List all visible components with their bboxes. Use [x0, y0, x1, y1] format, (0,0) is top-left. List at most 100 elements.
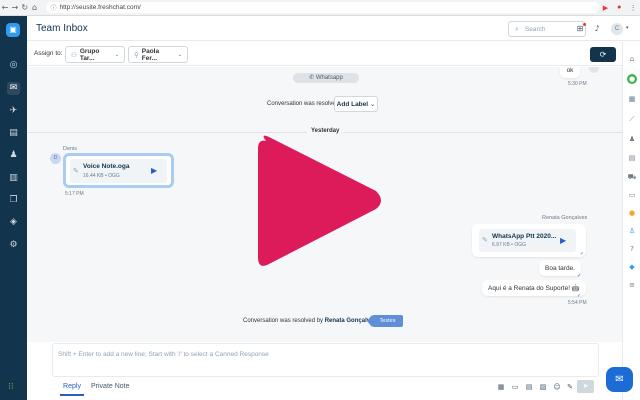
campaigns-icon[interactable]: ✈: [7, 105, 20, 118]
audio-message: ✎ WhatsApp Ptt 2020... 6.97 KB • OGG ▶ ✓: [472, 224, 586, 257]
browser-toolbar: ← → ↻ ⌂ ⓘ http://seusite.freshchat.com/ …: [0, 0, 640, 16]
tab-private-note[interactable]: Private Note: [91, 380, 130, 394]
chart-icon[interactable]: ⟋: [627, 114, 637, 124]
attachment-name: Voice Note.oga: [83, 163, 130, 170]
group-icon: ⚇: [71, 50, 77, 59]
message-time: 5:54 PM: [568, 300, 587, 306]
whatsapp-icon[interactable]: ●: [627, 74, 637, 84]
message-bubble: Boa tarde.: [539, 260, 581, 276]
user-avatar[interactable]: C: [611, 23, 623, 35]
contacts-icon[interactable]: ♟: [7, 149, 20, 162]
browser-menu-icon[interactable]: ⋮: [626, 4, 640, 12]
notification-bell-icon[interactable]: ♪: [591, 23, 603, 35]
article-icon[interactable]: ▤: [524, 382, 534, 392]
add-label-button[interactable]: Add Label ⌄: [334, 96, 378, 112]
reply-placeholder: Shift + Enter to add a new line; Start w…: [58, 351, 269, 358]
sliders-icon[interactable]: ≡: [627, 280, 637, 290]
agent-avatar: [589, 67, 599, 73]
bot-icon[interactable]: ❐: [7, 194, 20, 207]
assign-label: Assign to:: [34, 50, 63, 57]
attachment-name: WhatsApp Ptt 2020...: [492, 233, 557, 240]
help-icon[interactable]: ?: [627, 244, 637, 254]
forward-icon[interactable]: →: [10, 3, 20, 12]
sender-name: Denis: [63, 146, 78, 152]
message-bubble: ok: [560, 67, 580, 78]
apps-icon[interactable]: ⊞: [574, 23, 586, 35]
attachment-icon: ✎: [73, 167, 79, 175]
composer-toolbar: Reply Private Note ▦ ▭ ▤ ▨ ☺ ✎ ➤: [52, 377, 599, 397]
reply-editor[interactable]: Shift + Enter to add a new line; Start w…: [52, 343, 599, 377]
chevron-down-icon: ⌄: [177, 51, 182, 58]
apps-grid-icon[interactable]: ⁝⁝: [8, 381, 14, 392]
tab-reply[interactable]: Reply: [60, 380, 84, 396]
chat-widget-button[interactable]: ✉: [606, 367, 633, 392]
channel-pill: ✆ Whatsapp: [293, 73, 359, 83]
delivered-check-icon: ✓: [579, 251, 584, 257]
message-time: 5:17 PM: [65, 191, 84, 197]
freshchat-logo[interactable]: ▣: [6, 23, 20, 37]
left-nav-rail: ▣ ◎ ✉ ✈ ▤ ♟ ▥ ❐ ◈ ⚙ ⁝⁝: [0, 16, 27, 400]
truck-icon[interactable]: ⛟: [627, 172, 637, 182]
image-icon[interactable]: ▨: [538, 382, 548, 392]
page-header: Team Inbox ⌕ Search ⊞ ♪ C ▾: [27, 16, 640, 41]
assign-bar: Assign to: ⚇ Grupo Tar... ⌄ ⚲ Paola Fer.…: [27, 42, 622, 66]
search-placeholder: Search: [524, 25, 546, 33]
person-icon[interactable]: ♟: [627, 134, 637, 144]
video-play-overlay-icon[interactable]: [252, 131, 384, 271]
agent-dropdown[interactable]: ⚲ Paola Fer... ⌄: [128, 46, 188, 63]
agent-icon: ⚲: [134, 50, 139, 59]
send-button[interactable]: ➤: [577, 380, 594, 393]
delivered-check-icon: ✓: [577, 273, 582, 279]
user-icon[interactable]: ♙: [627, 226, 637, 236]
conversation-thread: ok 5:30 PM ✆ Whatsapp Conversation was r…: [27, 67, 622, 342]
voice-note-message: ✎ Voice Note.oga 16.44 KB • OGG ▶: [63, 153, 174, 188]
whatsapp-icon: ✆: [309, 75, 315, 81]
play-icon[interactable]: ▶: [151, 166, 157, 175]
attachment-icon: ✎: [482, 236, 488, 244]
chevron-down-icon[interactable]: ▾: [626, 25, 629, 31]
reload-icon[interactable]: ↻: [20, 3, 30, 12]
group-dropdown[interactable]: ⚇ Grupo Tar... ⌄: [65, 46, 125, 63]
right-app-panel: ⌂ ● ▦ ⟋ ♟ ▤ ⛟ ▭ ● ♙ ? ◆ ≡: [622, 42, 640, 400]
home-icon[interactable]: ⌂: [30, 3, 40, 12]
refresh-button[interactable]: ⟳: [590, 47, 616, 62]
attachment-card[interactable]: ✎ WhatsApp Ptt 2020... 6.97 KB • OGG ▶: [479, 229, 576, 252]
attachment-meta: 16.44 KB • OGG: [83, 173, 120, 179]
play-icon[interactable]: ▶: [560, 236, 566, 245]
emoji-icon[interactable]: ☺: [552, 382, 562, 392]
message-bubble: Aqui é a Renata do Suporte! 🤖: [482, 280, 586, 296]
search-icon: ⌕: [515, 24, 519, 33]
note-icon[interactable]: ▭: [510, 382, 520, 392]
page-title: Team Inbox: [36, 22, 88, 34]
inbox-icon[interactable]: ✉: [7, 82, 20, 95]
integrations-icon[interactable]: ◈: [7, 216, 20, 229]
address-bar[interactable]: ⓘ http://seusite.freshchat.com/: [45, 2, 599, 13]
profile-icon[interactable]: ●: [612, 4, 626, 11]
sender-name: Renata Gonçalves: [542, 215, 588, 221]
message-time: 5:30 PM: [568, 81, 587, 87]
grid-icon[interactable]: ▦: [627, 94, 637, 104]
label-tag[interactable]: Testes: [367, 315, 403, 327]
customer-avatar: D: [50, 153, 61, 164]
book-icon[interactable]: ▤: [7, 127, 20, 140]
attachment-card[interactable]: ✎ Voice Note.oga 16.44 KB • OGG ▶: [70, 159, 167, 183]
youtube-extension-icon[interactable]: ▶: [599, 4, 613, 12]
cart-icon[interactable]: ▤: [627, 153, 637, 163]
back-icon[interactable]: ←: [0, 3, 10, 12]
attachment-meta: 6.97 KB • OGG: [492, 242, 526, 248]
info-icon: ⓘ: [50, 6, 57, 12]
calendar-icon[interactable]: ▦: [496, 382, 506, 392]
ticket-icon[interactable]: ▭: [627, 190, 637, 200]
dashboard-icon[interactable]: ◎: [7, 59, 20, 72]
app-icon[interactable]: ◆: [627, 262, 637, 272]
attach-icon[interactable]: ✎: [565, 382, 575, 392]
reports-icon[interactable]: ▥: [7, 172, 20, 185]
settings-icon[interactable]: ⚙: [7, 239, 20, 252]
url-text: http://seusite.freshchat.com/: [59, 4, 141, 11]
system-message: Conversation was resolved by Renata Gonç…: [243, 318, 385, 324]
chevron-down-icon: ⌄: [369, 101, 376, 108]
coin-icon[interactable]: ●: [627, 208, 637, 218]
delivered-check-icon: ✓: [577, 293, 582, 299]
chevron-down-icon: ⌄: [114, 51, 119, 58]
home-icon[interactable]: ⌂: [627, 54, 637, 64]
